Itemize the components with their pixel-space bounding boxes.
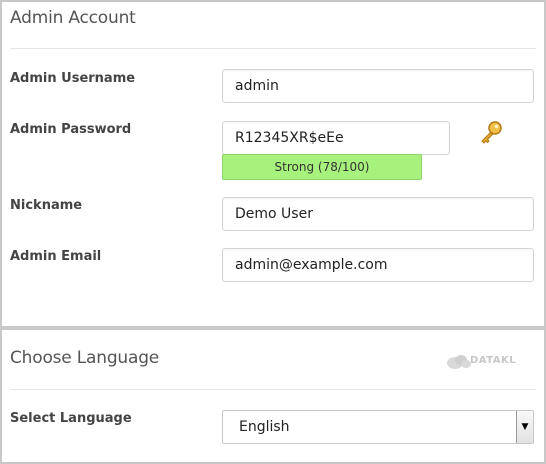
chevron-down-icon[interactable]: ▼	[516, 411, 533, 443]
admin-email-label: Admin Email	[10, 249, 102, 264]
password-strength-meter: Strong (78/100)	[222, 154, 422, 180]
datakl-logo: DATAKL	[446, 352, 516, 372]
section-title-choose-language: Choose Language	[10, 348, 160, 368]
nickname-input[interactable]: Demo User	[222, 197, 534, 231]
admin-username-input[interactable]: admin	[222, 69, 534, 103]
section-divider	[0, 326, 546, 330]
section-title-admin-account: Admin Account	[10, 8, 136, 28]
admin-password-label: Admin Password	[10, 122, 132, 137]
language-select[interactable]: English ▼	[222, 410, 534, 444]
nickname-label: Nickname	[10, 198, 83, 213]
admin-username-label: Admin Username	[10, 71, 136, 86]
admin-password-input[interactable]: R12345XR$eEe	[222, 121, 450, 155]
logo-text: DATAKL	[470, 355, 517, 366]
key-icon[interactable]	[478, 120, 504, 146]
language-select-value: English	[239, 419, 290, 435]
admin-email-input[interactable]: admin@example.com	[222, 248, 534, 282]
section-title-rule-language	[10, 389, 536, 390]
section-title-rule	[10, 48, 536, 49]
select-language-label: Select Language	[10, 411, 132, 426]
